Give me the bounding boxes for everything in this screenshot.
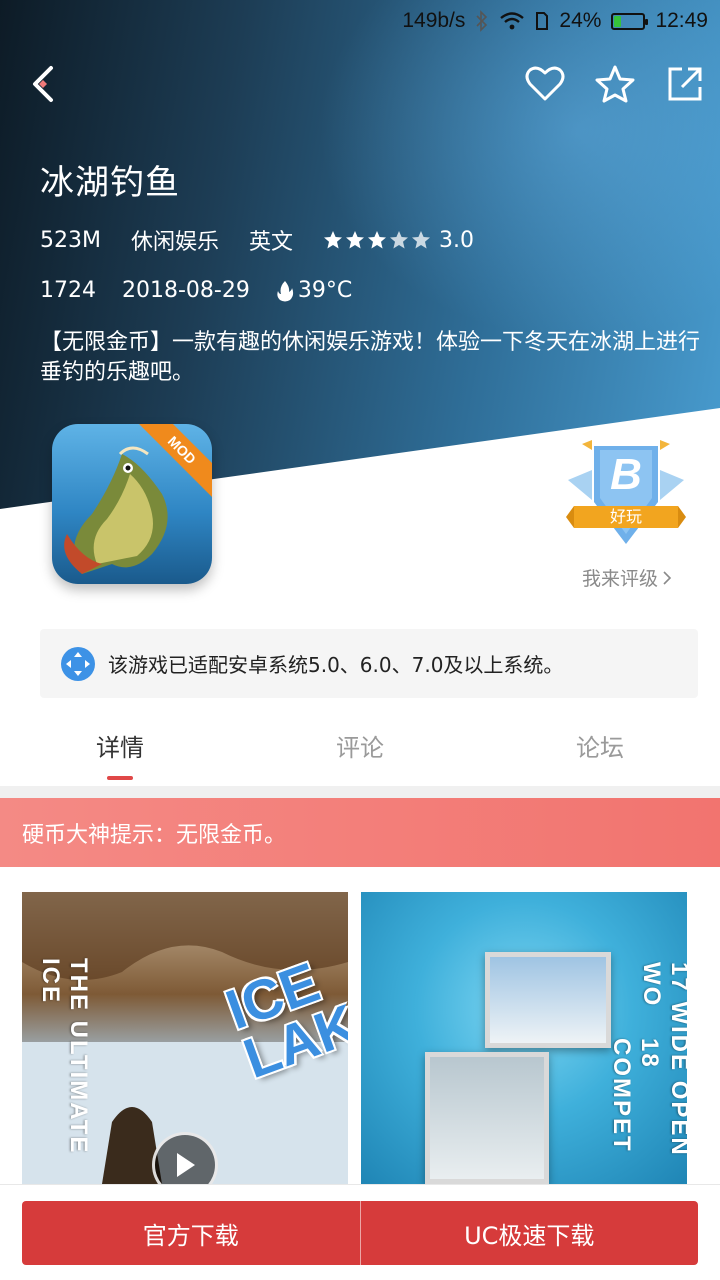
flame-icon: [277, 280, 293, 301]
app-category: 休闲娱乐: [130, 230, 219, 255]
bluetooth-icon: [475, 10, 489, 32]
rate-link[interactable]: 我来评级: [582, 564, 672, 591]
grade-label: 好玩: [609, 507, 642, 526]
battery-percent: 24%: [559, 9, 602, 32]
heat-indicator: 39°C: [276, 278, 352, 303]
star-icon: [412, 231, 431, 249]
clock: 12:49: [655, 9, 708, 32]
download-buttons: 官方下载 UC极速下载: [22, 1201, 698, 1265]
star-icon: [595, 65, 635, 103]
share-icon: [668, 67, 702, 101]
screenshot-2[interactable]: 17 WIDE OPEN WO 18 COMPET: [361, 892, 687, 1184]
compat-notice: 该游戏已适配安卓系统5.0、6.0、7.0及以上系统。: [40, 629, 698, 698]
compat-icon: [61, 646, 95, 681]
section-divider: [0, 786, 720, 798]
grade-badge[interactable]: B 好玩: [564, 440, 688, 550]
chevron-right-icon: [663, 570, 672, 585]
sim-icon: [535, 11, 549, 31]
wifi-icon: [499, 11, 525, 31]
tab-comments[interactable]: 评论: [240, 712, 480, 786]
app-language: 英文: [249, 230, 294, 255]
rating-stars: 3.0: [323, 228, 474, 253]
star-icon: [324, 231, 343, 249]
uc-download-button[interactable]: UC极速下载: [361, 1201, 699, 1265]
grade-letter: B: [610, 450, 642, 499]
meta-row-2: 1724 2018-08-29 39°C: [40, 278, 352, 303]
app-size: 523M: [40, 227, 101, 253]
battery-icon: [611, 12, 649, 30]
official-download-button[interactable]: 官方下载: [22, 1201, 360, 1265]
toolbar: [0, 56, 720, 116]
share-button[interactable]: [657, 56, 713, 112]
tip-banner: 硬币大神提示：无限金币。: [0, 798, 720, 867]
heart-icon: [525, 66, 565, 101]
star-icon: [390, 231, 409, 249]
screenshot-1-caption: THE ULTIMATE ICE: [37, 958, 92, 1155]
back-button[interactable]: [16, 56, 72, 112]
status-bar: 149b/s 24% 12:49: [0, 0, 720, 42]
network-speed: 149b/s: [402, 9, 466, 32]
back-icon: [33, 66, 53, 102]
star-icon: [346, 231, 365, 249]
tab-details[interactable]: 详情: [0, 712, 240, 786]
play-icon: [177, 1153, 195, 1177]
tab-forum[interactable]: 论坛: [480, 712, 720, 786]
app-title: 冰湖钓鱼: [40, 163, 180, 203]
heat-value: 39°C: [297, 278, 353, 303]
app-description: 【无限金币】一款有趣的休闲娱乐游戏！体验一下冬天在冰湖上进行垂钓的乐趣吧。: [40, 330, 701, 385]
download-count: 1724: [40, 278, 96, 303]
release-date: 2018-08-29: [122, 278, 250, 303]
screenshot-1[interactable]: THE ULTIMATE ICE ICE LAKES: [22, 892, 348, 1184]
rate-link-label: 我来评级: [582, 568, 659, 590]
star-icon: [368, 231, 387, 249]
screenshot-2-photo-2: [425, 1052, 549, 1184]
screenshot-2-caption-2: 18 COMPET: [608, 1038, 663, 1153]
rating-value: 3.0: [439, 227, 475, 253]
screenshot-2-photo-1: [485, 952, 611, 1048]
collect-button[interactable]: [587, 56, 643, 112]
download-bar: 官方下载 UC极速下载: [0, 1184, 720, 1280]
compat-text: 该游戏已适配安卓系统5.0、6.0、7.0及以上系统。: [108, 653, 564, 677]
meta-row-1: 523M 休闲娱乐 英文 3.0: [40, 224, 474, 256]
tab-bar: 详情 评论 论坛: [0, 712, 720, 786]
app-icon: MOD: [52, 424, 212, 584]
favorite-button[interactable]: [517, 56, 573, 112]
hero-glow: [320, 0, 720, 340]
